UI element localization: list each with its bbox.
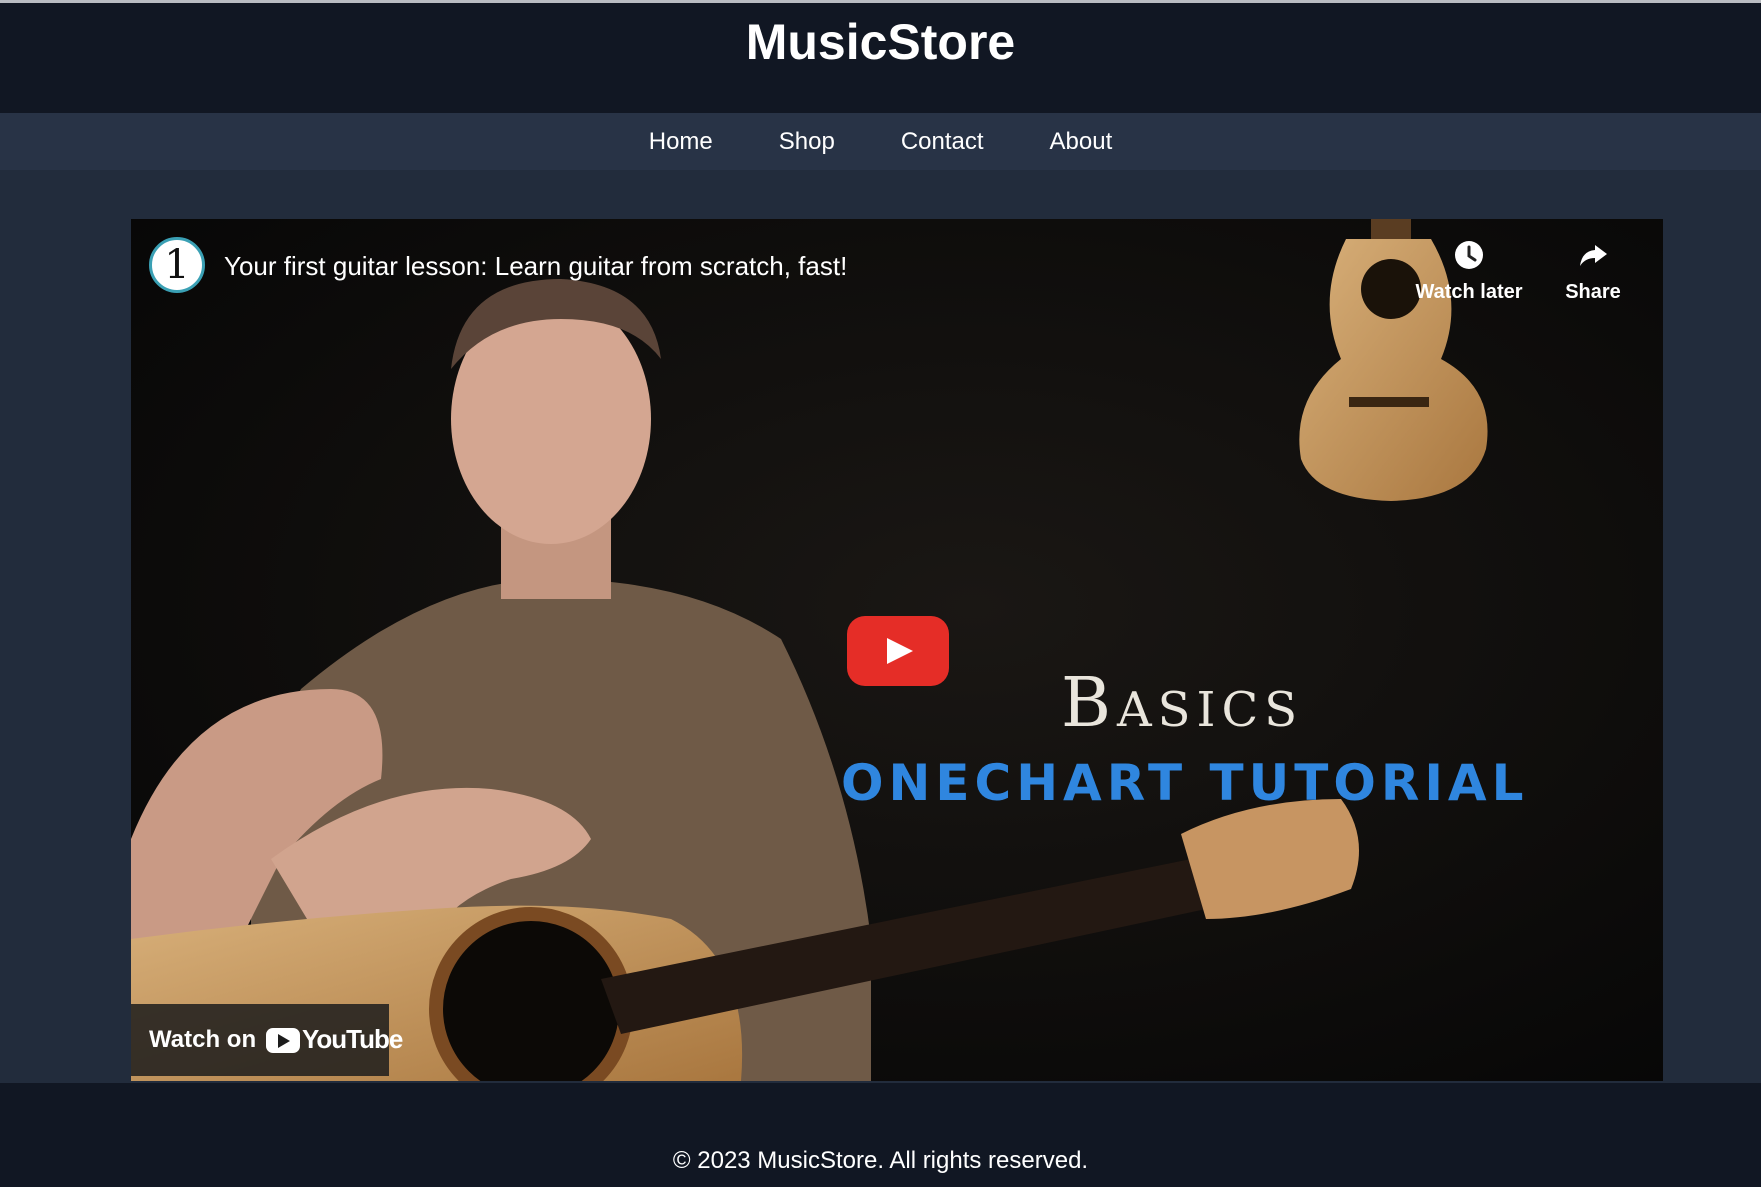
youtube-wordmark: YouTube [302, 1024, 403, 1054]
channel-logo[interactable]: 1 [149, 237, 205, 293]
thumbnail-subtitle: ONECHART TUTORIAL [841, 754, 1529, 812]
play-button[interactable] [847, 616, 949, 686]
youtube-logo: YouTube [266, 1024, 403, 1058]
share-arrow-icon [1580, 245, 1607, 266]
watch-on-label: Watch on [149, 1026, 257, 1053]
video-embed[interactable]: 1 Your first guitar lesson: Learn guitar… [131, 219, 1663, 1081]
nav-item-shop[interactable]: Shop [779, 128, 835, 156]
site-header: MusicStore [0, 3, 1761, 113]
thumbnail-title: Basics [1061, 664, 1304, 743]
share-button[interactable]: Share [1553, 239, 1633, 304]
main-nav: Home Shop Contact About [0, 113, 1761, 170]
site-title: MusicStore [745, 14, 1016, 70]
watch-later-button[interactable]: Watch later [1414, 239, 1524, 304]
site-footer: © 2023 MusicStore. All rights reserved. [0, 1083, 1761, 1187]
share-label: Share [1565, 281, 1621, 303]
watch-later-label: Watch later [1415, 281, 1523, 303]
nav-item-contact[interactable]: Contact [901, 128, 984, 156]
youtube-play-icon [266, 1028, 300, 1053]
play-icon [887, 638, 913, 664]
clock-icon [1455, 241, 1483, 269]
nav-item-about[interactable]: About [1050, 128, 1113, 156]
nav-item-home[interactable]: Home [649, 128, 713, 156]
copyright-text: © 2023 MusicStore. All rights reserved. [672, 1147, 1089, 1174]
video-title[interactable]: Your first guitar lesson: Learn guitar f… [224, 251, 847, 282]
watch-on-youtube-button[interactable]: Watch on YouTube [131, 1004, 403, 1076]
